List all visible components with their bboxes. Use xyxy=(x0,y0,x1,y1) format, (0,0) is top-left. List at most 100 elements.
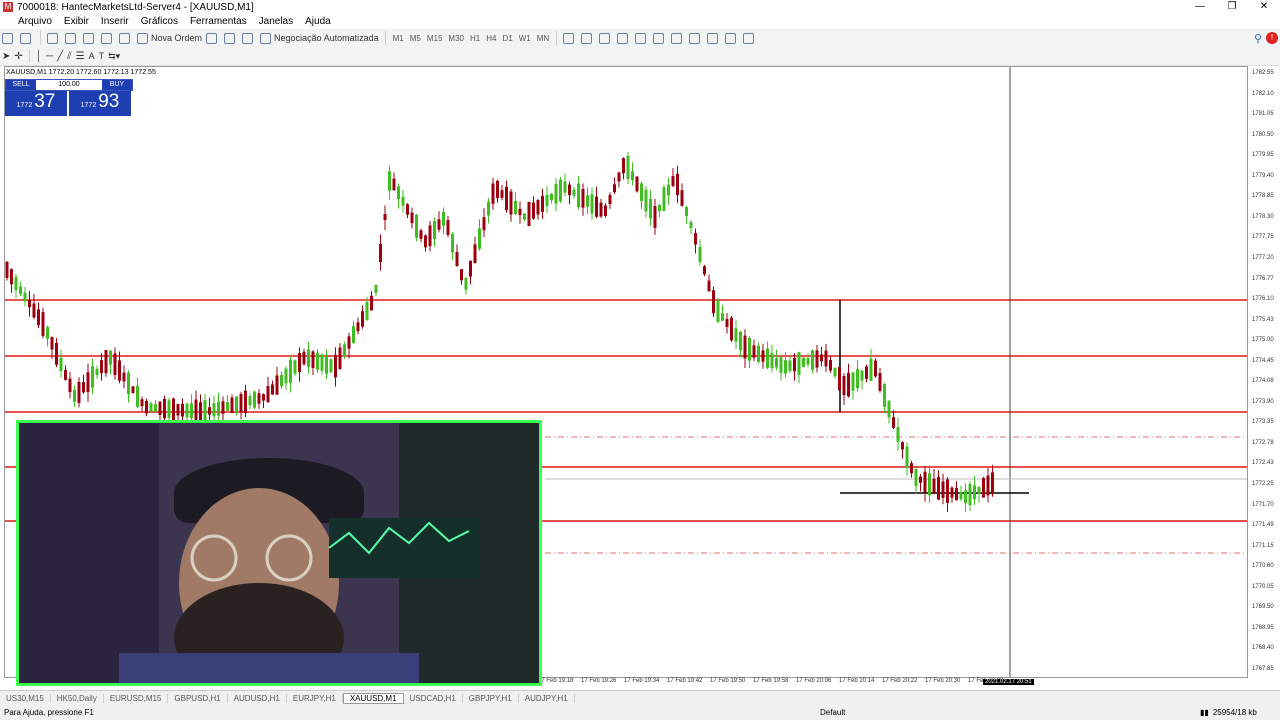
timeframe-m5[interactable]: M5 xyxy=(407,34,424,43)
timeframe-h1[interactable]: H1 xyxy=(467,34,483,43)
candle-body xyxy=(766,348,769,368)
channel-button[interactable]: ⫽ xyxy=(67,49,71,63)
tab-audusd-h1[interactable]: AUDUSD,H1 xyxy=(228,693,287,703)
trendline-button[interactable]: ╱ xyxy=(57,49,63,63)
menu-janelas[interactable]: Janelas xyxy=(253,16,299,27)
candle-body xyxy=(694,232,697,245)
text-button[interactable]: A xyxy=(89,49,95,63)
algo-button-icon-wrap[interactable] xyxy=(242,31,256,45)
templates-button[interactable] xyxy=(743,31,757,45)
bar-chart-button[interactable] xyxy=(563,31,577,45)
new-chart-button[interactable] xyxy=(2,31,16,45)
tab-hk50-daily[interactable]: HK50,Daily xyxy=(51,693,104,703)
sell-price[interactable]: 1772 37 xyxy=(5,91,67,116)
candle-body xyxy=(280,374,283,387)
candle-body xyxy=(379,243,382,263)
tab-usdcad-h1[interactable]: USDCAD,H1 xyxy=(404,693,463,703)
candle-body xyxy=(478,228,481,249)
timeframe-m30[interactable]: M30 xyxy=(445,34,467,43)
periods-button[interactable] xyxy=(725,31,739,45)
menu-exibir[interactable]: Exibir xyxy=(58,16,95,27)
zoom-in-button[interactable] xyxy=(617,31,631,45)
tile-windows-button[interactable] xyxy=(653,31,667,45)
tab-xauusd-m1[interactable]: XAUUSD,M1 xyxy=(342,692,404,704)
indicators-button[interactable] xyxy=(707,31,721,45)
candle-body xyxy=(86,372,90,393)
tab-us30-m15[interactable]: US30,M15 xyxy=(0,693,51,703)
search-icon: ⚲ xyxy=(1253,32,1262,45)
sell-button[interactable]: SELL xyxy=(6,80,36,90)
timeframe-d1[interactable]: D1 xyxy=(499,34,515,43)
connection-icon: ▮▮ xyxy=(1200,708,1209,717)
status-traffic: 25954/18 kb xyxy=(1212,708,1257,717)
strategy-tester-button[interactable] xyxy=(119,31,133,45)
candle-body xyxy=(869,358,873,381)
metaeditor-button[interactable] xyxy=(206,31,220,45)
crosshair-button[interactable]: ✛ xyxy=(14,49,22,63)
vertical-line-button[interactable]: │ xyxy=(36,49,42,63)
candle-body xyxy=(424,235,427,248)
price-axis-label: 1773.35 xyxy=(1252,419,1274,426)
label-button[interactable]: T xyxy=(99,49,105,63)
strategy-tester-icon xyxy=(119,32,130,44)
timeframe-h4[interactable]: H4 xyxy=(483,34,499,43)
line-chart-button[interactable] xyxy=(599,31,613,45)
new-order-icon xyxy=(137,32,148,44)
timeframe-mn[interactable]: MN xyxy=(534,34,552,43)
timeframe-w1[interactable]: W1 xyxy=(516,34,534,43)
profiles-button[interactable] xyxy=(20,31,34,45)
zoom-out-button[interactable] xyxy=(635,31,649,45)
menu-ajuda[interactable]: Ajuda xyxy=(299,16,337,27)
lot-size-input[interactable]: 100.00 xyxy=(36,80,102,90)
menu-bar: Arquivo Exibir Inserir Gráficos Ferramen… xyxy=(0,14,1280,28)
menu-arquivo[interactable]: Arquivo xyxy=(12,16,58,27)
cursor-button[interactable]: ➤ xyxy=(2,49,10,63)
menu-ferramentas[interactable]: Ferramentas xyxy=(184,16,253,27)
candle-chart-button[interactable] xyxy=(581,31,595,45)
bank-button[interactable] xyxy=(224,31,238,45)
price-axis-label: 1768.95 xyxy=(1252,624,1274,631)
price-axis-label: 1773.90 xyxy=(1252,398,1274,405)
terminal-button[interactable] xyxy=(101,31,115,45)
autoscroll-button[interactable] xyxy=(671,31,685,45)
tab-eurjpy-h1[interactable]: EURJPY,H1 xyxy=(287,693,343,703)
tab-gbpusd-h1[interactable]: GBPUSD,H1 xyxy=(168,693,228,703)
buy-price[interactable]: 1772 93 xyxy=(69,91,131,116)
fibonacci-button[interactable]: ☰ xyxy=(76,49,85,63)
candle-body xyxy=(955,488,958,501)
navigator-button[interactable] xyxy=(83,31,97,45)
restore-button[interactable]: ❐ xyxy=(1216,0,1248,14)
notifications-button[interactable]: ! xyxy=(1266,31,1278,45)
horizontal-line-button[interactable]: ─ xyxy=(46,49,53,63)
menu-inserir[interactable]: Inserir xyxy=(95,16,135,27)
timeframe-m1[interactable]: M1 xyxy=(390,34,407,43)
candle-body xyxy=(829,360,832,371)
algo-trading-button[interactable]: Negociação Automatizada xyxy=(260,31,379,45)
tab-eurusd-m15[interactable]: EURUSD,M15 xyxy=(104,693,169,703)
data-window-button[interactable] xyxy=(65,31,79,45)
minimize-button[interactable]: — xyxy=(1184,0,1216,14)
candle-body xyxy=(527,202,531,226)
market-watch-button[interactable] xyxy=(47,31,61,45)
menu-graficos[interactable]: Gráficos xyxy=(135,16,184,27)
candle-body xyxy=(761,350,765,362)
symbol-info: XAUUSD,M1 1772.20 1772.60 1772.13 1772.5… xyxy=(6,69,156,76)
candle-body xyxy=(658,204,661,212)
candle-body xyxy=(541,195,544,212)
timeframe-m15[interactable]: M15 xyxy=(424,34,446,43)
candle-body xyxy=(352,326,355,344)
new-order-button[interactable]: Nova Ordem xyxy=(137,31,202,45)
candle-body xyxy=(266,386,270,402)
candle-body xyxy=(950,487,954,498)
candle-body xyxy=(941,481,945,498)
candle-body xyxy=(806,358,810,365)
chart-shift-button[interactable] xyxy=(689,31,703,45)
horizontal-line-icon: ─ xyxy=(46,50,54,62)
shapes-button[interactable]: ⇆▾ xyxy=(108,49,120,63)
buy-button[interactable]: BUY xyxy=(102,80,132,90)
close-button[interactable]: ✕ xyxy=(1248,0,1280,14)
tab-audjpy-h1[interactable]: AUDJPY,H1 xyxy=(519,693,575,703)
search-button[interactable]: ⚲ xyxy=(1254,31,1262,45)
candle-body xyxy=(451,234,454,253)
tab-gbpjpy-h1[interactable]: GBPJPY,H1 xyxy=(463,693,519,703)
